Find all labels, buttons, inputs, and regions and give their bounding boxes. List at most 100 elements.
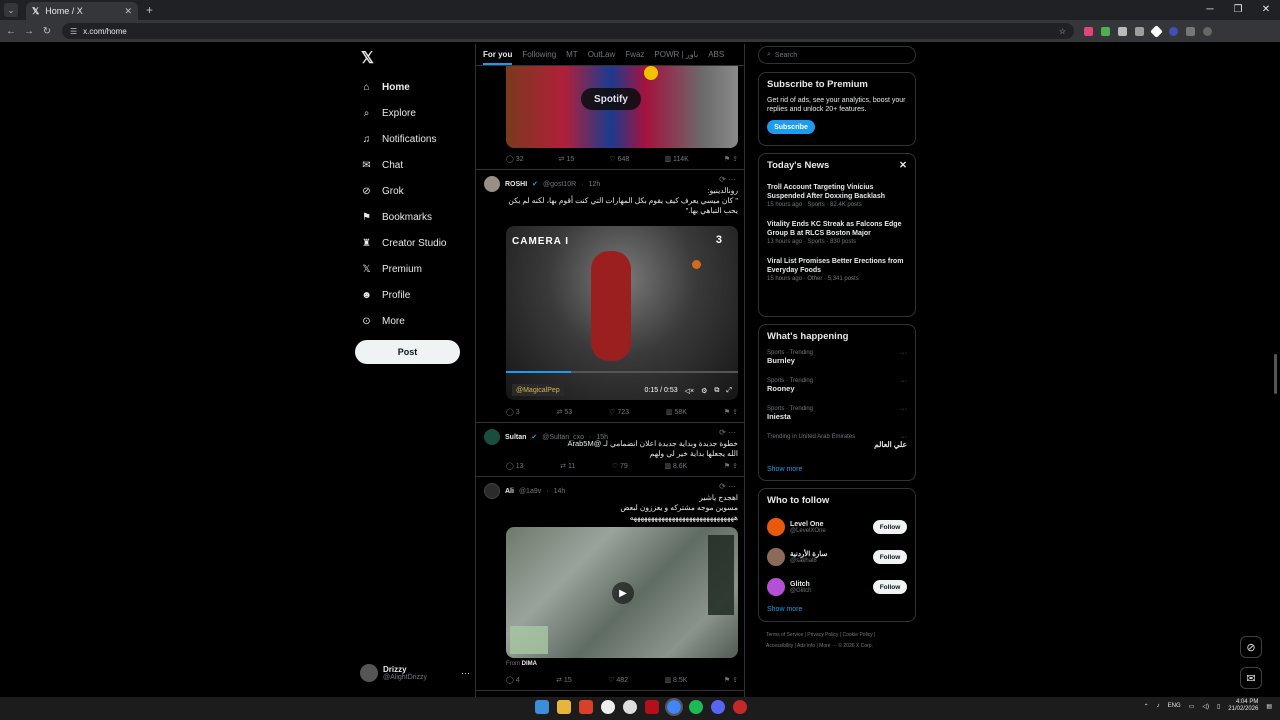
like-button[interactable]: ♡ 79 (612, 462, 628, 470)
close-icon[interactable]: ✕ (899, 160, 907, 171)
tab-close-icon[interactable]: ✕ (124, 6, 132, 17)
clock[interactable]: 4:04 PM 21/02/2026 (1228, 699, 1258, 713)
mute-icon[interactable]: ◁× (685, 387, 694, 395)
close-window-button[interactable]: ✕ (1252, 0, 1280, 20)
avatar[interactable] (767, 518, 785, 536)
tweet-video[interactable]: CAMERA I 3 @MagicalPep 0:15 / 0:53 ◁× ⚙ … (506, 226, 738, 400)
follow-button[interactable]: Follow (873, 550, 907, 564)
chrome-icon[interactable] (665, 698, 683, 716)
trend-item[interactable]: Sports · Trending Burnley ··· (767, 350, 907, 378)
footer-line[interactable]: Accessibility | Ads info | More ··· © 20… (766, 641, 916, 652)
tweet-video[interactable]: ▶ (506, 527, 738, 658)
like-button[interactable]: ♡ 723 (609, 408, 629, 416)
timeline-tab[interactable]: Fwaz (625, 50, 644, 59)
follow-suggestion[interactable]: Level One @LevelXOne Follow (767, 512, 907, 542)
avatar[interactable] (767, 548, 785, 566)
nav-item-bookmarks[interactable]: ⚑ Bookmarks (361, 204, 446, 230)
network-icon[interactable]: ▭ (1189, 703, 1195, 710)
extension-icon[interactable] (1150, 24, 1163, 38)
repost-button[interactable]: ⇄ 15 (556, 676, 572, 684)
new-tab-button[interactable]: + (146, 3, 153, 17)
app-icon[interactable] (623, 700, 637, 714)
bookmark-star-icon[interactable]: ☆ (1059, 27, 1066, 36)
app-icon[interactable] (645, 700, 659, 714)
app-icon[interactable] (733, 700, 747, 714)
battery-icon[interactable]: ▯ (1217, 703, 1220, 710)
views-button[interactable]: ▥ 8.5K (664, 676, 687, 684)
tweet[interactable]: ROSHI ✔ @gost10R · 12h ⟳ ··· رونالدينيو:… (476, 170, 744, 423)
brave-icon[interactable] (579, 700, 593, 714)
scrollbar[interactable] (1273, 44, 1278, 696)
follow-button[interactable]: Follow (873, 580, 907, 594)
volume-icon[interactable]: ◁) (1202, 703, 1209, 710)
news-item[interactable]: Viral List Promises Better Erections fro… (767, 257, 907, 282)
minimize-button[interactable]: ─ (1196, 0, 1224, 20)
puzzle-icon[interactable] (1186, 26, 1195, 36)
search-input[interactable]: ⌕ Search (758, 46, 916, 64)
more-dots-icon[interactable]: ⟳ ··· (719, 428, 736, 437)
more-dots-icon[interactable]: ··· (900, 434, 907, 441)
x-logo-icon[interactable]: 𝕏 (361, 48, 374, 68)
more-dots-icon[interactable]: ⟳ ··· (719, 175, 736, 184)
site-info-icon[interactable]: ☰ (70, 27, 77, 36)
timeline-tab[interactable]: ABS (708, 50, 724, 59)
more-dots-icon[interactable]: ··· (900, 378, 907, 385)
account-switcher[interactable]: Drizzy @AlightDrizzy ··· (360, 664, 470, 682)
bookmark-button[interactable]: ⚑ ⇪ (724, 676, 738, 684)
scrollbar-thumb[interactable] (1274, 354, 1277, 394)
repost-button[interactable]: ⇄ 53 (557, 408, 573, 416)
extension-icon[interactable] (1084, 26, 1093, 36)
timeline-tab[interactable]: Following (522, 50, 556, 59)
maximize-button[interactable]: ❐ (1224, 0, 1252, 20)
back-icon[interactable]: ← (4, 26, 18, 37)
file-explorer-icon[interactable] (557, 700, 571, 714)
pip-icon[interactable]: ⧉ (714, 387, 719, 395)
address-bar[interactable]: ☰ x.com/home ☆ (62, 23, 1074, 39)
reply-button[interactable]: ◯ 32 (506, 155, 524, 163)
views-button[interactable]: ▥ 8.6K (664, 462, 687, 470)
extension-icon[interactable] (1169, 26, 1178, 36)
trend-item[interactable]: Trending in United Arab Emirates علي العا… (767, 434, 907, 462)
timeline-tab[interactable]: POWR | باور (654, 50, 698, 59)
more-dots-icon[interactable]: ··· (900, 406, 907, 413)
footer-links[interactable]: Terms of Service | Privacy Policy | Cook… (766, 630, 916, 652)
bookmark-button[interactable]: ⚑ ⇪ (724, 462, 738, 470)
nav-item-more[interactable]: ⊙ More (361, 308, 446, 334)
profile-avatar[interactable] (1203, 26, 1212, 36)
show-more-link[interactable]: Show more (767, 466, 907, 473)
messages-fab-icon[interactable]: ✉ (1240, 667, 1262, 689)
app-icon[interactable] (601, 700, 615, 714)
tab-search-icon[interactable]: ⌄ (4, 3, 18, 17)
windows-start-icon[interactable] (535, 700, 549, 714)
post-button[interactable]: Post (355, 340, 460, 364)
news-item[interactable]: Troll Account Targeting Vinícius Suspend… (767, 183, 907, 208)
timeline-tab[interactable]: MT (566, 50, 578, 59)
language-indicator[interactable]: ENG (1168, 703, 1181, 709)
nav-item-creator-studio[interactable]: ♜ Creator Studio (361, 230, 446, 256)
show-more-link[interactable]: Show more (767, 606, 907, 613)
spotify-icon[interactable] (689, 700, 703, 714)
nav-item-grok[interactable]: ⊘ Grok (361, 178, 446, 204)
follow-button[interactable]: Follow (873, 520, 907, 534)
nav-item-notifications[interactable]: ♫ Notifications (361, 126, 446, 152)
reply-button[interactable]: ◯ 13 (506, 462, 524, 470)
extension-icon[interactable] (1135, 26, 1144, 36)
like-button[interactable]: ♡ 482 (608, 676, 628, 684)
bookmark-button[interactable]: ⚑ ⇪ (724, 155, 738, 163)
more-dots-icon[interactable]: ⟳ ··· (719, 482, 736, 491)
reply-button[interactable]: ◯ 3 (506, 408, 520, 416)
tweet-image[interactable]: Spotify (506, 66, 738, 148)
play-icon[interactable]: ▶ (612, 582, 634, 604)
repost-button[interactable]: ⇄ 11 (560, 462, 575, 470)
nav-item-home[interactable]: ⌂ Home (361, 74, 446, 100)
footer-line[interactable]: Terms of Service | Privacy Policy | Cook… (766, 630, 916, 641)
trend-item[interactable]: Sports · Trending Rooney ··· (767, 378, 907, 406)
extension-icon[interactable] (1118, 26, 1127, 36)
settings-icon[interactable]: ⚙ (701, 387, 707, 395)
avatar[interactable] (484, 483, 500, 499)
avatar[interactable] (767, 578, 785, 596)
views-button[interactable]: ▥ 58K (666, 408, 687, 416)
chevron-up-icon[interactable]: ⌃ (1144, 703, 1149, 710)
grok-fab-icon[interactable]: ⊘ (1240, 636, 1262, 658)
bookmark-button[interactable]: ⚑ ⇪ (724, 408, 738, 416)
